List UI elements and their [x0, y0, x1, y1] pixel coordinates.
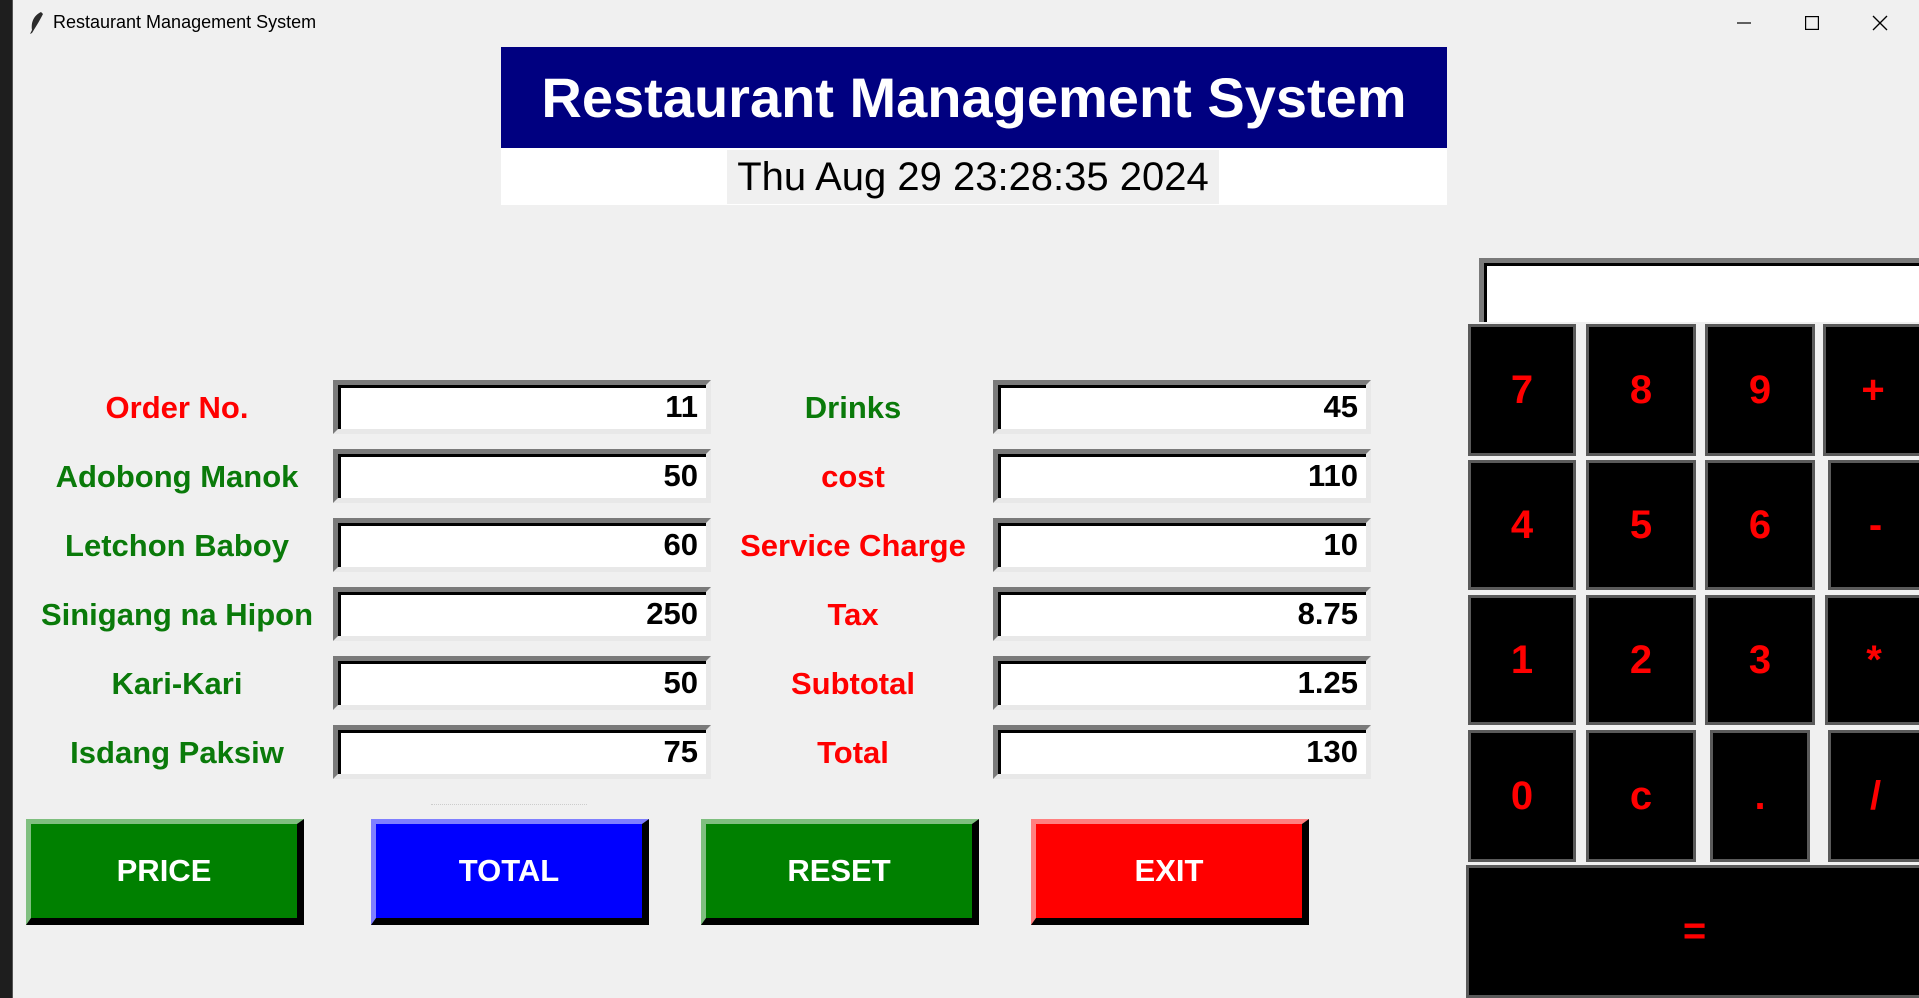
key-multiply[interactable]: * — [1825, 595, 1919, 725]
close-button[interactable] — [1846, 0, 1914, 46]
label-total: Total — [817, 735, 889, 770]
label-letchon-baboy: Letchon Baboy — [65, 528, 289, 563]
key-5[interactable]: 5 — [1586, 460, 1696, 590]
key-equals[interactable]: = — [1466, 865, 1919, 998]
maximize-button[interactable] — [1778, 0, 1846, 46]
reset-button[interactable]: RESET — [701, 819, 979, 925]
close-icon — [1872, 15, 1888, 31]
key-plus[interactable]: + — [1823, 324, 1919, 456]
minimize-icon — [1737, 22, 1751, 24]
key-0[interactable]: 0 — [1468, 730, 1576, 862]
title-bar: Restaurant Management System — [13, 0, 1919, 46]
adobong-manok-field[interactable]: 50 — [333, 449, 711, 503]
sinigang-na-hipon-field[interactable]: 250 — [333, 587, 711, 641]
calculator-display[interactable] — [1479, 258, 1919, 322]
key-minus[interactable]: - — [1828, 460, 1919, 590]
app-header-title: Restaurant Management System — [501, 47, 1447, 148]
key-decimal[interactable]: . — [1710, 730, 1810, 862]
key-divide[interactable]: / — [1828, 730, 1919, 862]
subtotal-field[interactable]: 1.25 — [993, 656, 1371, 710]
kari-kari-field[interactable]: 50 — [333, 656, 711, 710]
key-2[interactable]: 2 — [1586, 595, 1696, 725]
exit-button[interactable]: EXIT — [1031, 819, 1309, 925]
letchon-baboy-field[interactable]: 60 — [333, 518, 711, 572]
key-7[interactable]: 7 — [1468, 324, 1576, 456]
order-no-field[interactable]: 11 — [333, 380, 711, 434]
total-field[interactable]: 130 — [993, 725, 1371, 779]
key-8[interactable]: 8 — [1586, 324, 1696, 456]
label-kari-kari: Kari-Kari — [111, 666, 243, 701]
cost-field[interactable]: 110 — [993, 449, 1371, 503]
key-clear[interactable]: c — [1586, 730, 1696, 862]
total-button[interactable]: TOTAL — [371, 819, 649, 925]
label-tax: Tax — [827, 597, 879, 632]
drinks-field[interactable]: 45 — [993, 380, 1371, 434]
key-9[interactable]: 9 — [1705, 324, 1815, 456]
tax-field[interactable]: 8.75 — [993, 587, 1371, 641]
maximize-icon — [1805, 16, 1819, 30]
key-6[interactable]: 6 — [1705, 460, 1815, 590]
feather-icon — [30, 12, 43, 34]
price-button[interactable]: PRICE — [26, 819, 304, 925]
label-drinks: Drinks — [804, 390, 902, 425]
key-1[interactable]: 1 — [1468, 595, 1576, 725]
label-service-charge: Service Charge — [740, 528, 966, 563]
key-3[interactable]: 3 — [1705, 595, 1815, 725]
label-cost: cost — [821, 459, 885, 494]
isdang-paksiw-field[interactable]: 75 — [333, 725, 711, 779]
window-title: Restaurant Management System — [53, 12, 317, 32]
label-adobong-manok: Adobong Manok — [55, 459, 299, 494]
label-order-no: Order No. — [105, 390, 249, 425]
label-subtotal: Subtotal — [791, 666, 915, 701]
label-sinigang-na-hipon: Sinigang na Hipon — [40, 597, 314, 632]
minimize-button[interactable] — [1710, 0, 1778, 46]
label-isdang-paksiw: Isdang Paksiw — [70, 735, 284, 770]
datetime-display: Thu Aug 29 23:28:35 2024 — [727, 150, 1219, 204]
app-window: Restaurant Management System Restaurant … — [12, 0, 1919, 998]
focus-dots — [431, 804, 587, 805]
service-charge-field[interactable]: 10 — [993, 518, 1371, 572]
key-4[interactable]: 4 — [1468, 460, 1576, 590]
